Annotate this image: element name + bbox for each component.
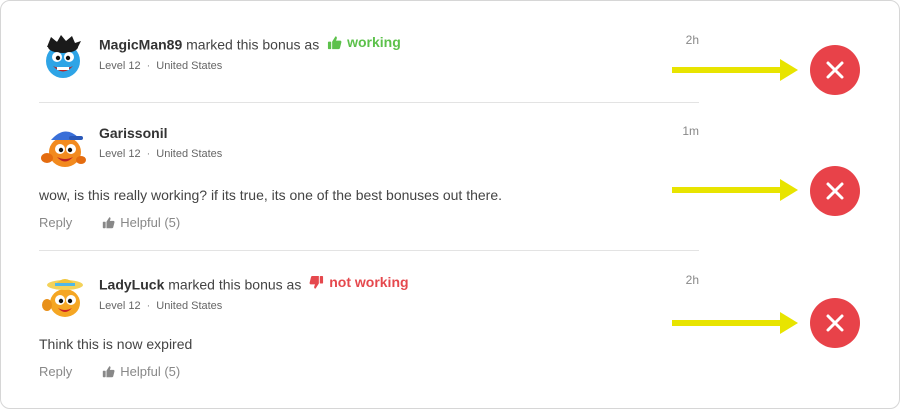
user-level: Level 12	[99, 299, 141, 312]
close-icon	[826, 61, 844, 79]
delete-comment-2-button[interactable]	[810, 166, 860, 216]
thumbs-up-icon	[328, 35, 342, 49]
action-text: marked this bonus as	[168, 276, 302, 293]
divider	[39, 102, 699, 103]
comment-3: LadyLuck marked this bonus as not workin…	[39, 273, 699, 383]
helpful-button[interactable]: Helpful (5)	[102, 364, 180, 379]
avatar-garissonil[interactable]	[39, 124, 87, 172]
timestamp: 2h	[685, 33, 699, 47]
status-working: working	[327, 33, 401, 51]
timestamp: 2h	[685, 273, 699, 287]
reply-button[interactable]: Reply	[39, 215, 72, 230]
user-level: Level 12	[99, 148, 141, 160]
thumbs-down-icon	[309, 275, 324, 289]
username[interactable]: Garissonil	[99, 125, 167, 141]
divider	[39, 250, 699, 251]
thumbs-up-icon	[103, 217, 115, 229]
username[interactable]: LadyLuck	[99, 277, 164, 293]
arrow-icon	[672, 312, 798, 334]
action-text: marked this bonus as	[186, 36, 320, 53]
helpful-label: Helpful (5)	[120, 364, 181, 379]
avatar-magicman89[interactable]	[39, 33, 87, 81]
comment-2: Garissonil Level 12 · United States 1m wow…	[39, 124, 699, 234]
close-icon	[826, 182, 844, 200]
status-label: working	[347, 34, 401, 50]
arrow-icon	[672, 179, 798, 201]
username[interactable]: MagicMan89	[99, 37, 182, 53]
separator-dot: ·	[146, 59, 151, 72]
separator-dot: ·	[146, 299, 151, 312]
avatar-ladyluck[interactable]	[39, 273, 87, 321]
user-country: United States	[156, 148, 223, 160]
close-icon	[826, 314, 844, 332]
helpful-button[interactable]: Helpful (5)	[102, 215, 180, 230]
user-country: United States	[156, 299, 223, 312]
status-not-working: not working	[309, 273, 409, 291]
comment-actions: Reply Helpful (5)	[39, 215, 180, 230]
user-level: Level 12	[99, 59, 141, 72]
delete-comment-1-button[interactable]	[810, 45, 860, 95]
comment-1: MagicMan89 marked this bonus as working …	[39, 33, 699, 93]
comment-actions: Reply Helpful (5)	[39, 364, 180, 379]
status-label: not working	[329, 274, 409, 290]
comment-text: wow, is this really working? if its true…	[39, 187, 503, 203]
separator-dot: ·	[146, 148, 151, 160]
user-country: United States	[156, 59, 223, 72]
thumbs-up-icon	[103, 366, 115, 378]
arrow-icon	[672, 59, 798, 81]
reply-label: Reply	[39, 215, 73, 230]
reply-button[interactable]: Reply	[39, 364, 72, 379]
delete-comment-3-button[interactable]	[810, 298, 860, 348]
reply-label: Reply	[39, 364, 73, 379]
helpful-label: Helpful (5)	[120, 215, 181, 230]
comment-text: Think this is now expired	[39, 336, 193, 352]
timestamp: 1m	[682, 124, 699, 138]
